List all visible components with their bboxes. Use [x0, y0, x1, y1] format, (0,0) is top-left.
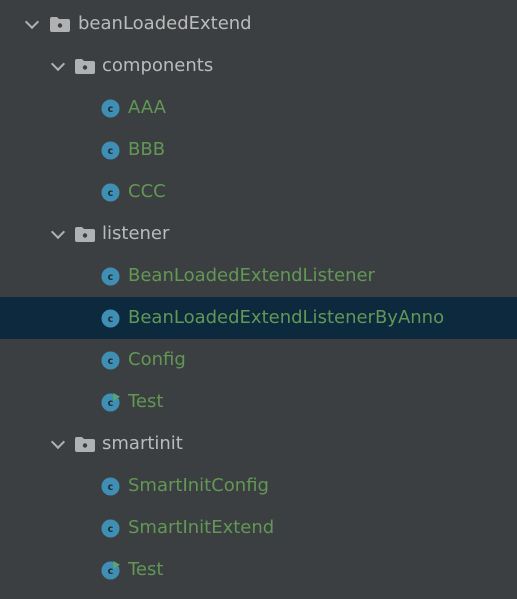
- tree-node-bbb[interactable]: c BBB: [0, 129, 517, 171]
- tree-node-label: Test: [128, 559, 164, 580]
- package-folder-icon: [50, 17, 70, 32]
- tree-node-components[interactable]: components: [0, 45, 517, 87]
- tree-node-smartinitextend[interactable]: c SmartInitExtend: [0, 507, 517, 549]
- tree-node-label: AAA: [128, 97, 166, 118]
- svg-text:c: c: [108, 524, 114, 535]
- tree-node-label: Test: [128, 391, 164, 412]
- svg-text:c: c: [108, 146, 114, 157]
- tree-node-label: beanLoadedExtend: [78, 13, 252, 34]
- chevron-down-icon[interactable]: [50, 224, 66, 240]
- chevron-down-icon[interactable]: [24, 14, 40, 30]
- tree-node-test[interactable]: c Test: [0, 381, 517, 423]
- tree-node-label: components: [102, 55, 214, 76]
- class-icon: c: [101, 309, 120, 328]
- tree-node-test[interactable]: c Test: [0, 549, 517, 591]
- class-icon: c: [101, 99, 120, 118]
- svg-text:c: c: [108, 566, 114, 577]
- tree-node-label: BeanLoadedExtendListener: [128, 265, 375, 286]
- package-folder-icon: [75, 59, 95, 74]
- tree-node-beanloadedextend[interactable]: beanLoadedExtend: [0, 3, 517, 45]
- package-folder-icon: [75, 437, 95, 452]
- class-icon: c: [101, 141, 120, 160]
- class-icon: c: [101, 477, 120, 496]
- tree-node-ccc[interactable]: c CCC: [0, 171, 517, 213]
- svg-text:c: c: [108, 482, 114, 493]
- package-folder-icon: [75, 227, 95, 242]
- class-icon: c: [101, 519, 120, 538]
- tree-node-config[interactable]: c Config: [0, 339, 517, 381]
- class-icon: c: [101, 183, 120, 202]
- class-icon: c: [101, 351, 120, 370]
- runnable-class-icon: c: [101, 393, 120, 412]
- class-icon: c: [101, 267, 120, 286]
- tree-node-label: listener: [102, 223, 170, 244]
- svg-text:c: c: [108, 104, 114, 115]
- svg-text:c: c: [108, 314, 114, 325]
- svg-text:c: c: [108, 398, 114, 409]
- svg-text:c: c: [108, 272, 114, 283]
- tree-node-beanloadedextendlistenerbyanno[interactable]: c BeanLoadedExtendListenerByAnno: [0, 297, 517, 339]
- tree-node-label: SmartInitExtend: [128, 517, 275, 538]
- tree-node-label: BBB: [128, 139, 166, 160]
- tree-node-label: CCC: [128, 181, 166, 202]
- tree-node-aaa[interactable]: c AAA: [0, 87, 517, 129]
- runnable-class-icon: c: [101, 561, 120, 580]
- tree-node-smartinit[interactable]: smartinit: [0, 423, 517, 465]
- chevron-down-icon[interactable]: [50, 56, 66, 72]
- chevron-down-icon[interactable]: [50, 434, 66, 450]
- tree-node-label: SmartInitConfig: [128, 475, 269, 496]
- tree-node-label: smartinit: [102, 433, 183, 454]
- tree-node-label: BeanLoadedExtendListenerByAnno: [128, 307, 445, 328]
- svg-text:c: c: [108, 356, 114, 367]
- project-tree: beanLoadedExtend components c AAA c BBB …: [0, 0, 517, 599]
- tree-node-smartinitconfig[interactable]: c SmartInitConfig: [0, 465, 517, 507]
- tree-node-label: Config: [128, 349, 186, 370]
- tree-node-beanloadedextendlistener[interactable]: c BeanLoadedExtendListener: [0, 255, 517, 297]
- svg-text:c: c: [108, 188, 114, 199]
- tree-node-listener[interactable]: listener: [0, 213, 517, 255]
